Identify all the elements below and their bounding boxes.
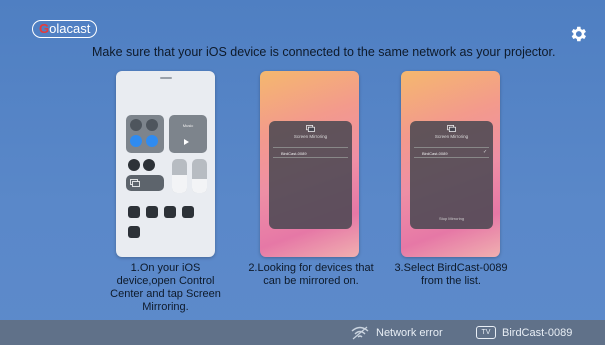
instruction-text: Make sure that your iOS device is connec… <box>92 45 556 59</box>
stop-mirroring-label: Stop Mirroring <box>438 216 465 221</box>
screen-mirroring-tile <box>126 175 164 191</box>
screen-mirror-icon <box>130 179 140 187</box>
step2-screenshot: Screen Mirroring BirdCast-0089 <box>260 71 359 257</box>
gear-icon <box>571 26 586 42</box>
screen-mirror-icon <box>306 125 315 132</box>
step3-screenshot: Screen Mirroring BirdCast-0089 ✓ Stop Mi… <box>401 71 500 257</box>
device-name-text: BirdCast-0089 <box>502 326 573 339</box>
logo-initial: G <box>39 21 50 36</box>
screen-mirror-icon <box>447 125 456 132</box>
network-status: Network error <box>350 320 443 345</box>
mirroring-popup: Screen Mirroring BirdCast-0089 <box>269 121 352 229</box>
logo-text: olacast <box>49 21 91 36</box>
check-icon: ✓ <box>483 149 488 155</box>
music-label: Music <box>182 123 194 128</box>
step1-screenshot: Music <box>116 71 215 257</box>
device-list-item: BirdCast-0089 <box>414 147 489 158</box>
popup-title: Screen Mirroring <box>293 134 328 139</box>
tv-icon: TV <box>476 326 496 339</box>
step3-caption: 3.Select BirdCast-0089 from the list. <box>394 262 508 287</box>
popup-title: Screen Mirroring <box>434 134 469 139</box>
wifi-icon <box>351 326 369 339</box>
device-status: TV BirdCast-0089 <box>476 320 572 345</box>
step2-caption: 2.Looking for devices that can be mirror… <box>248 262 374 287</box>
status-bar: Network error TV BirdCast-0089 <box>0 320 605 345</box>
step1-caption: 1.On your iOS device,open Control Center… <box>110 262 221 313</box>
mirroring-popup: Screen Mirroring BirdCast-0089 ✓ Stop Mi… <box>410 121 493 229</box>
device-list-item: BirdCast-0089 <box>273 147 348 158</box>
app-logo: Golacast <box>32 20 98 38</box>
settings-button[interactable] <box>568 24 588 44</box>
network-status-text: Network error <box>376 326 443 339</box>
